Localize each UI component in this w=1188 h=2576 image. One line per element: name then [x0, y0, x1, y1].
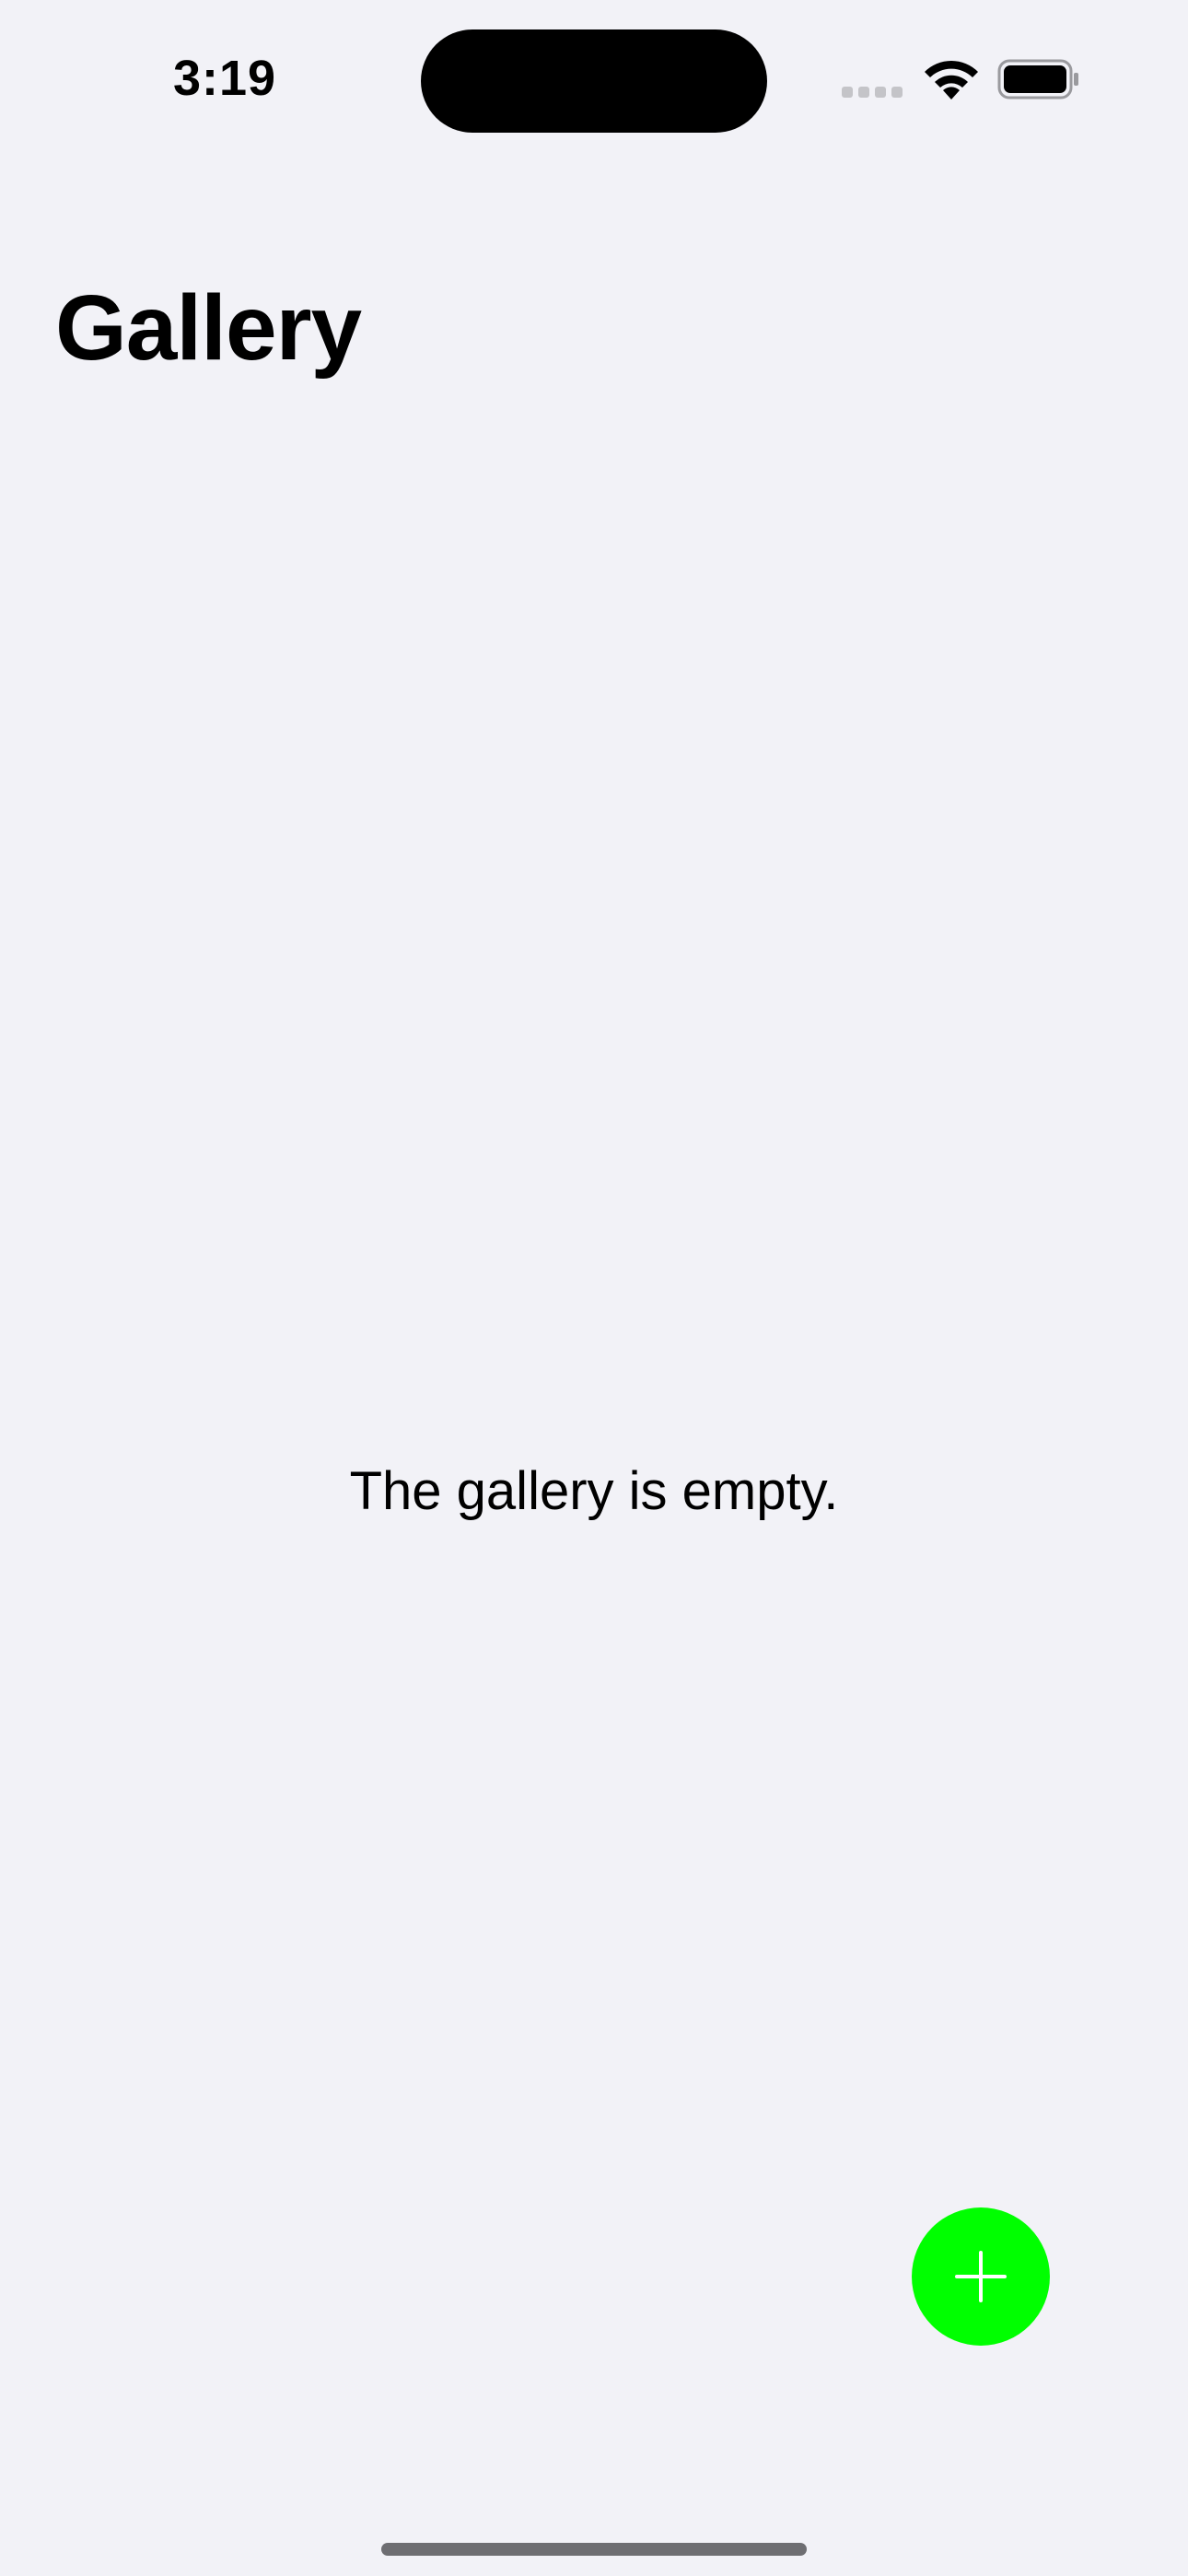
home-indicator[interactable] — [381, 2543, 807, 2556]
cellular-signal-icon — [842, 87, 906, 98]
wifi-icon — [925, 60, 978, 100]
dynamic-island — [421, 29, 767, 133]
page-title: Gallery — [55, 276, 362, 380]
status-time: 3:19 — [173, 51, 277, 106]
empty-state-message: The gallery is empty. — [349, 1461, 839, 1521]
app-screen: 3:19 Gallery The gallery is empty. — [0, 0, 1188, 2576]
battery-icon — [997, 59, 1078, 100]
status-bar: 3:19 — [0, 0, 1188, 157]
plus-icon — [955, 2251, 1007, 2302]
add-photo-button[interactable] — [912, 2207, 1050, 2346]
